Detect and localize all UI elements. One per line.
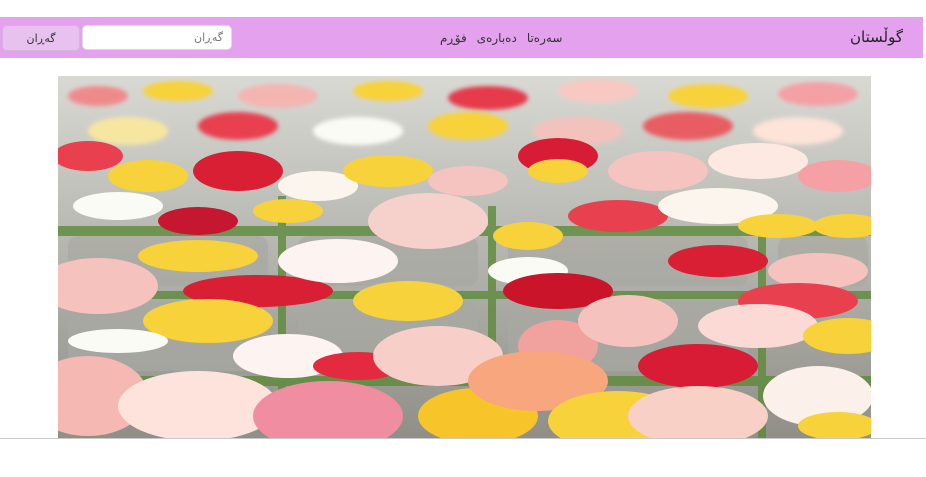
nav-links: سەرەتا دەبارەی فۆڕم — [440, 17, 562, 58]
search-input[interactable] — [82, 25, 232, 50]
bottom-divider — [0, 438, 926, 439]
nav-link-home[interactable]: سەرەتا — [527, 31, 563, 45]
navbar: گوڵستان سەرەتا دەبارەی فۆڕم گەڕان — [0, 17, 923, 58]
rose-petals-photo — [58, 76, 871, 439]
brand-logo[interactable]: گوڵستان — [850, 17, 903, 58]
hero-image — [58, 76, 871, 439]
nav-link-about[interactable]: دەبارەی — [477, 31, 517, 45]
nav-link-form[interactable]: فۆڕم — [440, 31, 467, 45]
search-button[interactable]: گەڕان — [2, 25, 80, 51]
